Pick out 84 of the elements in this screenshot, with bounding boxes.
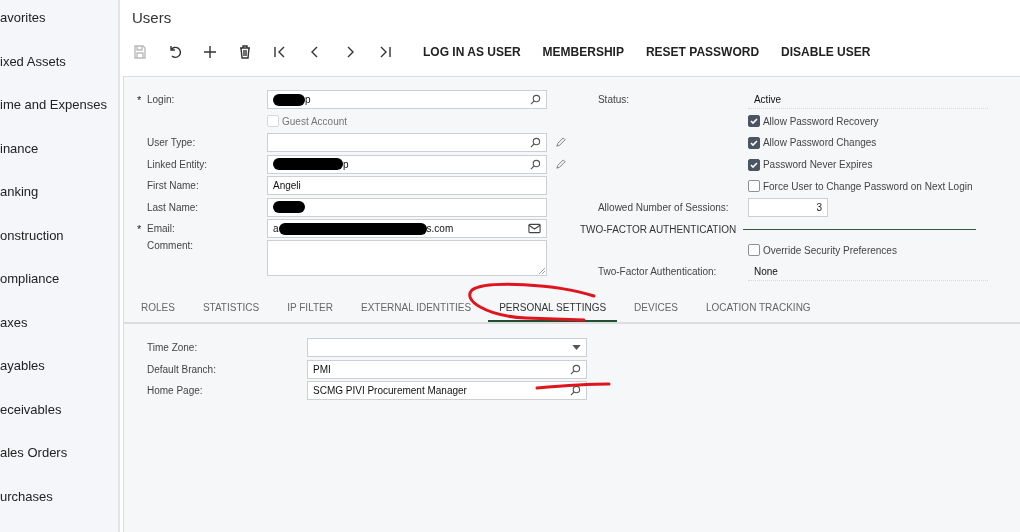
toolbar-button[interactable]: DISABLE USER bbox=[770, 39, 882, 65]
field-label: Comment: bbox=[147, 239, 194, 251]
tab[interactable]: ROLES bbox=[130, 292, 186, 322]
sidebar-item[interactable]: urchases bbox=[0, 488, 118, 532]
input-field[interactable]: Angeli bbox=[267, 176, 547, 196]
field-label: Default Branch: bbox=[147, 363, 217, 375]
field-label: Login: bbox=[147, 94, 175, 106]
caret-icon[interactable] bbox=[572, 345, 581, 350]
field-value: Active bbox=[747, 90, 988, 110]
field-value: Angeli bbox=[273, 180, 301, 192]
search-icon[interactable] bbox=[530, 94, 541, 106]
field-label: Two-Factor Authentication: bbox=[596, 266, 718, 278]
field-label: Time Zone: bbox=[147, 342, 199, 353]
checkbox[interactable] bbox=[747, 115, 760, 128]
toolbar-button[interactable]: MEMBERSHIP bbox=[531, 39, 635, 65]
plus-icon[interactable] bbox=[202, 44, 218, 60]
field-value: a bbox=[273, 223, 279, 235]
field-value: PMI bbox=[313, 363, 331, 375]
toolbar-button[interactable]: RESET PASSWORD bbox=[634, 39, 771, 65]
comment-field[interactable] bbox=[267, 239, 547, 276]
tab[interactable]: LOCATION TRACKING bbox=[695, 292, 822, 322]
tab[interactable]: STATISTICS bbox=[191, 292, 271, 322]
undo-icon[interactable] bbox=[167, 44, 183, 60]
field-label: Last Name: bbox=[147, 201, 199, 213]
input-field[interactable]: p bbox=[267, 154, 547, 174]
input-field[interactable]: PMI bbox=[307, 359, 587, 379]
checkbox[interactable] bbox=[747, 158, 760, 171]
sidebar-item[interactable]: ales Orders bbox=[0, 445, 118, 489]
checkbox[interactable] bbox=[747, 137, 760, 149]
field-label: Status: bbox=[596, 94, 631, 106]
checkbox-label: Allow Password Changes bbox=[762, 137, 877, 149]
tab[interactable]: EXTERNAL IDENTITIES bbox=[350, 292, 483, 322]
sidebar-item[interactable]: inance bbox=[0, 140, 118, 184]
field-label: Allowed Number of Sessions: bbox=[596, 202, 730, 214]
checkbox-label: Guest Account bbox=[282, 115, 348, 127]
search-icon[interactable] bbox=[530, 158, 541, 170]
toolbar-button[interactable]: LOG IN AS USER bbox=[412, 39, 532, 65]
field-value: p bbox=[305, 94, 311, 106]
input-field[interactable]: p bbox=[267, 90, 547, 110]
input-field[interactable] bbox=[267, 197, 547, 217]
field-value: p bbox=[343, 158, 349, 170]
tab[interactable]: DEVICES bbox=[623, 292, 689, 322]
checkbox-label: Allow Password Recovery bbox=[762, 115, 879, 127]
sidebar-item[interactable]: anking bbox=[0, 184, 118, 228]
field-label: Home Page: bbox=[147, 385, 204, 396]
input-field[interactable]: a s.com bbox=[267, 219, 547, 239]
required-mark: * bbox=[137, 93, 143, 106]
pencil-icon[interactable] bbox=[555, 137, 566, 149]
field-value: None bbox=[747, 262, 988, 282]
search-icon[interactable] bbox=[530, 137, 541, 149]
required-mark: * bbox=[137, 222, 143, 235]
input-field[interactable]: SCMG PIVI Procurement Manager bbox=[307, 381, 587, 400]
trash-icon[interactable] bbox=[237, 44, 253, 60]
field-value: SCMG PIVI Procurement Manager bbox=[313, 385, 467, 396]
sidebar-item[interactable]: ime and Expenses bbox=[0, 97, 118, 141]
sidebar-item[interactable]: eceivables bbox=[0, 401, 118, 445]
sidebar-item[interactable]: onstruction bbox=[0, 227, 118, 271]
pencil-icon[interactable] bbox=[555, 158, 566, 170]
search-icon[interactable] bbox=[570, 363, 581, 375]
checkbox[interactable] bbox=[747, 180, 760, 193]
dropdown-field[interactable] bbox=[307, 338, 587, 357]
input-field[interactable] bbox=[267, 133, 547, 153]
sidebar-item[interactable]: ompliance bbox=[0, 271, 118, 315]
sidebar-item[interactable]: avorites bbox=[0, 10, 118, 54]
number-field[interactable]: 3 bbox=[747, 198, 828, 218]
search-icon[interactable] bbox=[570, 385, 581, 396]
field-value: s.com bbox=[426, 223, 454, 235]
sidebar-item[interactable]: axes bbox=[0, 314, 118, 358]
checkbox[interactable] bbox=[747, 244, 760, 257]
checkbox-label: Override Security Preferences bbox=[762, 244, 897, 256]
tab[interactable]: IP FILTER bbox=[276, 292, 344, 322]
resize-grip-icon[interactable] bbox=[539, 267, 545, 274]
mail-icon[interactable] bbox=[528, 223, 541, 235]
tab[interactable]: PERSONAL SETTINGS bbox=[488, 292, 618, 322]
checkbox-label: Force User to Change Password on Next Login bbox=[762, 180, 973, 192]
sidebar-item[interactable]: ixed Assets bbox=[0, 53, 118, 97]
sidebar-item[interactable]: ayables bbox=[0, 358, 118, 402]
page-title: Users bbox=[132, 9, 173, 26]
checkbox-label: Password Never Expires bbox=[762, 159, 873, 171]
field-label: Linked Entity: bbox=[147, 158, 208, 170]
field-label: Email: bbox=[147, 223, 175, 235]
field-label: User Type: bbox=[147, 137, 196, 149]
field-label: First Name: bbox=[147, 180, 199, 192]
section-heading: TWO-FACTOR AUTHENTICATION bbox=[579, 223, 737, 235]
